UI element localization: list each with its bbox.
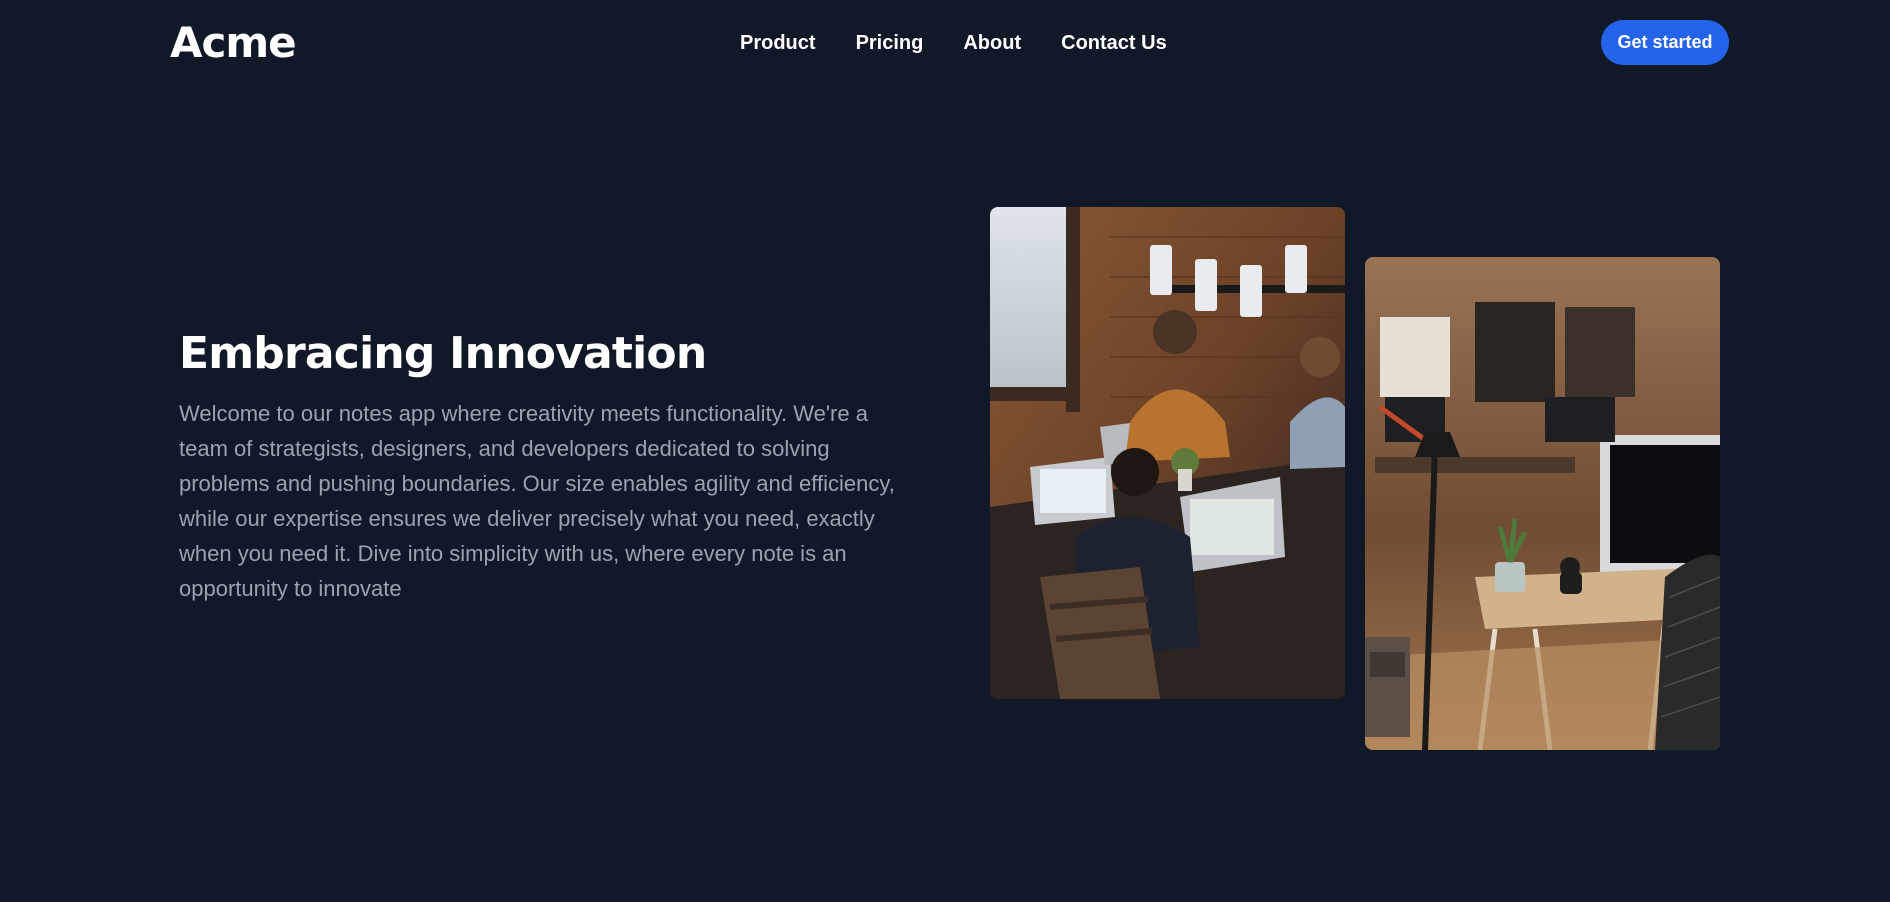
- nav-link-pricing[interactable]: Pricing: [856, 30, 924, 56]
- team-meeting-photo: [990, 207, 1345, 699]
- hero-description: Welcome to our notes app where creativit…: [179, 401, 895, 601]
- office-workspace-photo: [1365, 257, 1720, 750]
- get-started-button[interactable]: Get started: [1601, 20, 1729, 65]
- logo[interactable]: Acme: [170, 18, 297, 68]
- site-header: Acme Product Pricing About Contact Us Ge…: [0, 0, 1890, 86]
- hero-title: Embracing Innovation: [179, 328, 707, 379]
- nav-link-about[interactable]: About: [963, 30, 1021, 56]
- main-nav: Product Pricing About Contact Us: [740, 30, 1167, 56]
- nav-link-product[interactable]: Product: [740, 30, 816, 56]
- nav-link-contact-us[interactable]: Contact Us: [1061, 30, 1167, 56]
